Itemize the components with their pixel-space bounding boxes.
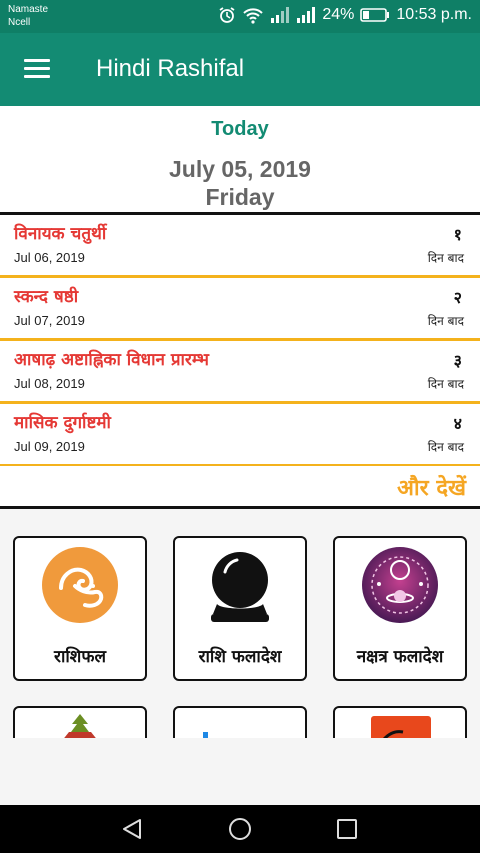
carrier-line-2: Ncell bbox=[8, 17, 31, 28]
back-icon[interactable] bbox=[120, 817, 144, 841]
tile-label: राशिफल bbox=[54, 647, 106, 667]
today-card: Today July 05, 2019 Friday bbox=[0, 106, 480, 212]
see-more-bar: और देखें bbox=[0, 466, 480, 509]
navigation-bar bbox=[0, 805, 480, 853]
event-title: मासिक दुर्गाष्टमी bbox=[14, 413, 111, 433]
alarm-icon bbox=[218, 6, 236, 24]
temple-icon bbox=[64, 714, 96, 738]
zodiac-wheel-icon bbox=[361, 546, 439, 628]
status-bar: Namaste Ncell 24% 10:53 p.m. bbox=[0, 0, 480, 33]
today-label: Today bbox=[211, 118, 269, 140]
event-days-unit: दिन बाद bbox=[427, 377, 464, 391]
carrier-line-1: Namaste bbox=[8, 4, 49, 15]
event-title: स्कन्द षष्ठी bbox=[14, 287, 79, 307]
app-icon bbox=[203, 732, 208, 738]
event-date: Jul 09, 2019 bbox=[14, 439, 85, 454]
clock-time: 10:53 p.m. bbox=[396, 6, 472, 23]
tile-partial[interactable] bbox=[333, 706, 467, 738]
battery-icon bbox=[360, 7, 390, 23]
recents-icon[interactable] bbox=[335, 817, 359, 841]
event-days-unit: दिन बाद bbox=[427, 440, 464, 454]
event-days-count: ३ bbox=[453, 351, 462, 370]
see-more-link[interactable]: और देखें bbox=[397, 472, 466, 502]
event-item[interactable]: मासिक दुर्गाष्टमी Jul 09, 2019 ४ दिन बाद bbox=[0, 404, 480, 467]
event-date: Jul 06, 2019 bbox=[14, 250, 85, 265]
event-days-unit: दिन बाद bbox=[427, 314, 464, 328]
event-item[interactable]: आषाढ़ अष्टाह्निका विधान प्रारम्भ Jul 08,… bbox=[0, 341, 480, 404]
event-days-count: २ bbox=[453, 288, 462, 307]
menu-icon[interactable] bbox=[24, 59, 50, 79]
event-date: Jul 07, 2019 bbox=[14, 313, 85, 328]
app-bar: Hindi Rashifal bbox=[0, 33, 480, 106]
battery-percent: 24% bbox=[322, 6, 355, 23]
event-item[interactable]: स्कन्द षष्ठी Jul 07, 2019 २ दिन बाद bbox=[0, 278, 480, 341]
home-icon[interactable] bbox=[228, 817, 252, 841]
event-days-count: १ bbox=[453, 225, 462, 244]
event-days-unit: दिन बाद bbox=[427, 251, 464, 265]
feature-grid: राशिफल राशि फलादेश नक्षत्र फलादेश bbox=[0, 509, 480, 738]
status-icons: 24% 10:53 p.m. bbox=[218, 6, 472, 24]
event-days-count: ४ bbox=[453, 414, 462, 433]
crystal-ball-icon bbox=[201, 546, 279, 630]
today-day: Friday bbox=[205, 184, 275, 210]
wifi-icon bbox=[242, 6, 264, 24]
tile-rashifal[interactable]: राशिफल bbox=[13, 536, 147, 681]
carrier-info: Namaste Ncell bbox=[8, 3, 48, 29]
event-title: विनायक चतुर्थी bbox=[14, 224, 107, 244]
tile-label: राशि फलादेश bbox=[198, 647, 282, 667]
tile-label: नक्षत्र फलादेश bbox=[356, 647, 444, 667]
tile-partial[interactable] bbox=[173, 706, 307, 738]
today-date: July 05, 2019 bbox=[169, 156, 311, 182]
signal-icon-2 bbox=[296, 7, 316, 23]
signal-icon bbox=[270, 7, 290, 23]
app-title: Hindi Rashifal bbox=[96, 55, 245, 82]
event-item[interactable]: विनायक चतुर्थी Jul 06, 2019 १ दिन बाद bbox=[0, 215, 480, 278]
upcoming-events-list: विनायक चतुर्थी Jul 06, 2019 १ दिन बाद स्… bbox=[0, 212, 480, 467]
event-title: आषाढ़ अष्टाह्निका विधान प्रारम्भ bbox=[14, 350, 209, 370]
tile-rashi-phaladesh[interactable]: राशि फलादेश bbox=[173, 536, 307, 681]
app-icon bbox=[371, 716, 431, 738]
event-date: Jul 08, 2019 bbox=[14, 376, 85, 391]
tile-nakshatra-phaladesh[interactable]: नक्षत्र फलादेश bbox=[333, 536, 467, 681]
aries-ram-icon bbox=[41, 546, 119, 628]
tile-partial[interactable] bbox=[13, 706, 147, 738]
